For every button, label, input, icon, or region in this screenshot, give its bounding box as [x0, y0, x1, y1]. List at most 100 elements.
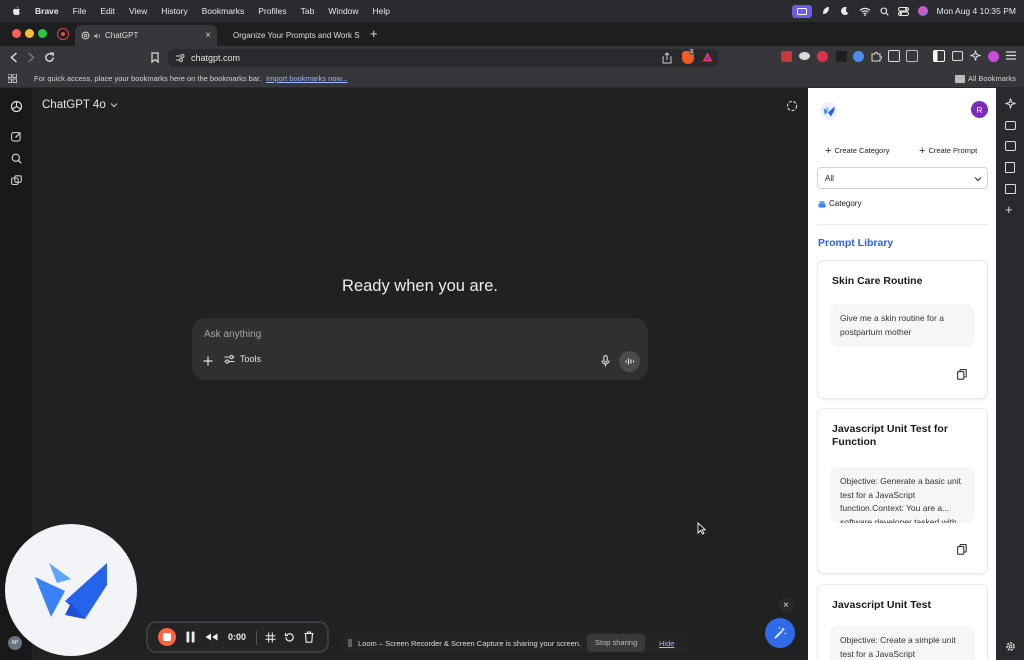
extension-7-icon[interactable] [906, 50, 918, 62]
prompt-card[interactable]: Javascript Unit Test for Function Object… [818, 409, 987, 573]
address-bar[interactable]: chatgpt.com 2 [168, 49, 718, 67]
microphone-icon[interactable] [601, 355, 610, 367]
apps-grid-icon[interactable] [8, 74, 17, 83]
voice-mode-button[interactable] [619, 351, 640, 372]
prompt-card[interactable]: Javascript Unit Test Objective: Create a… [818, 585, 987, 660]
siri-icon[interactable] [917, 6, 928, 16]
search-chats-icon[interactable] [8, 150, 24, 166]
menu-help[interactable]: Help [366, 6, 397, 16]
site-settings-icon[interactable] [175, 53, 185, 63]
forward-button[interactable] [27, 52, 35, 63]
do-not-disturb-icon[interactable] [840, 6, 850, 16]
tab-sidebar-icon[interactable] [57, 28, 69, 40]
menu-history[interactable]: History [154, 6, 194, 16]
back-button[interactable] [10, 52, 18, 63]
menu-file[interactable]: File [66, 6, 94, 16]
new-chat-icon[interactable] [8, 128, 24, 144]
menu-bookmarks[interactable]: Bookmarks [195, 6, 252, 16]
reading-list-icon[interactable] [1005, 184, 1016, 194]
extension-5-icon[interactable] [853, 51, 864, 62]
loom-pause-button[interactable] [186, 631, 195, 643]
loom-delete-icon[interactable] [304, 631, 314, 643]
leo-sidebar-icon[interactable] [1005, 98, 1016, 109]
extension-logo-icon[interactable] [820, 102, 838, 120]
prompt-card-body: Objective: Generate a basic unit test fo… [830, 467, 975, 523]
category-row[interactable]: Category [818, 199, 861, 208]
loom-camera-bubble[interactable] [5, 524, 137, 656]
extension-2-icon[interactable] [799, 52, 810, 60]
tab-close-icon[interactable]: × [205, 30, 211, 41]
leo-ai-icon[interactable] [970, 50, 981, 61]
tools-button[interactable]: Tools [224, 354, 261, 364]
extension-3-icon[interactable] [817, 51, 828, 62]
extensions-puzzle-icon[interactable] [871, 51, 882, 62]
extension-active-icon[interactable] [888, 50, 900, 62]
sidebar-toggle-icon[interactable] [933, 50, 945, 62]
prompt-composer[interactable]: Ask anything Tools [192, 318, 648, 380]
status-app-icon[interactable] [821, 6, 831, 16]
sidebar-settings-icon[interactable] [1005, 641, 1016, 652]
tab-chatgpt[interactable]: ChatGPT × [75, 25, 217, 46]
category-filter-select[interactable]: All [817, 167, 988, 189]
new-tab-button[interactable]: + [370, 26, 378, 41]
floating-close-button[interactable]: × [779, 598, 793, 612]
minimize-window-button[interactable] [25, 29, 34, 38]
user-avatar[interactable]: R [971, 101, 988, 118]
control-center-icon[interactable] [897, 6, 909, 16]
close-window-button[interactable] [12, 29, 21, 38]
wallet-sidebar-icon[interactable] [1005, 141, 1016, 151]
url-text[interactable]: chatgpt.com [191, 53, 240, 63]
menubar-datetime[interactable]: Mon Aug 4 10:35 PM [937, 6, 1016, 16]
import-bookmarks-link[interactable]: Import bookmarks now... [266, 74, 348, 83]
copy-icon[interactable] [957, 369, 967, 380]
browser-menu-icon[interactable] [1006, 51, 1016, 60]
hide-notice-link[interactable]: Hide [659, 639, 674, 648]
loom-grid-icon[interactable] [265, 632, 276, 643]
loom-stop-recording-button[interactable] [158, 628, 176, 646]
spotlight-search-icon[interactable] [880, 6, 889, 16]
reload-button[interactable] [44, 52, 55, 63]
screen-share-status-icon[interactable] [791, 4, 812, 18]
model-selector[interactable]: ChatGPT 4o [42, 99, 118, 111]
drag-handle-icon[interactable] [348, 639, 352, 647]
profile-avatar-icon[interactable] [988, 51, 999, 62]
prompt-extension-panel: R + Create Category + Create Prompt All … [808, 88, 996, 660]
stop-sharing-button[interactable]: Stop sharing [587, 634, 646, 652]
menu-view[interactable]: View [122, 6, 154, 16]
temporary-chat-icon[interactable] [786, 100, 798, 112]
loom-restart-icon[interactable] [284, 632, 295, 643]
add-attachment-button[interactable] [203, 356, 213, 366]
wifi-icon[interactable] [859, 7, 871, 16]
playlist-icon[interactable] [1005, 121, 1016, 130]
brave-rewards-icon[interactable] [702, 52, 713, 62]
apple-icon[interactable] [0, 6, 28, 16]
openai-logo-icon[interactable] [8, 98, 24, 114]
sharing-text: Loom – Screen Recorder & Screen Capture … [358, 639, 582, 648]
menu-app-name[interactable]: Brave [28, 6, 66, 16]
tab-label: Organize Your Prompts and Work S [233, 31, 360, 40]
prompt-card[interactable]: Skin Care Routine Give me a skin routine… [818, 261, 987, 398]
share-icon[interactable] [662, 52, 672, 64]
zoom-window-button[interactable] [38, 29, 47, 38]
wallet-icon[interactable] [952, 51, 963, 61]
create-category-button[interactable]: + Create Category [825, 145, 889, 156]
extension-4-icon[interactable] [836, 51, 847, 62]
create-prompt-button[interactable]: + Create Prompt [919, 145, 977, 156]
loom-rewind-button[interactable] [205, 633, 218, 641]
library-icon[interactable] [8, 172, 24, 188]
add-sidebar-item-icon[interactable]: + [1005, 202, 1013, 217]
prompt-input[interactable]: Ask anything [204, 329, 261, 340]
menu-window[interactable]: Window [321, 6, 365, 16]
tab-audio-icon[interactable] [93, 32, 101, 40]
tab-organize-prompts[interactable]: Organize Your Prompts and Work S [222, 25, 364, 46]
menu-edit[interactable]: Edit [93, 6, 122, 16]
all-bookmarks-button[interactable]: All Bookmarks [968, 74, 1016, 83]
bookmark-page-icon[interactable] [151, 52, 159, 63]
extension-1-icon[interactable] [781, 51, 792, 62]
loom-mini-avatar[interactable]: AP [8, 636, 22, 650]
copy-icon[interactable] [957, 544, 967, 555]
bookmarks-sidebar-icon[interactable] [1005, 162, 1015, 173]
menu-tab[interactable]: Tab [294, 6, 322, 16]
magic-wand-button[interactable] [765, 618, 795, 648]
menu-profiles[interactable]: Profiles [251, 6, 293, 16]
